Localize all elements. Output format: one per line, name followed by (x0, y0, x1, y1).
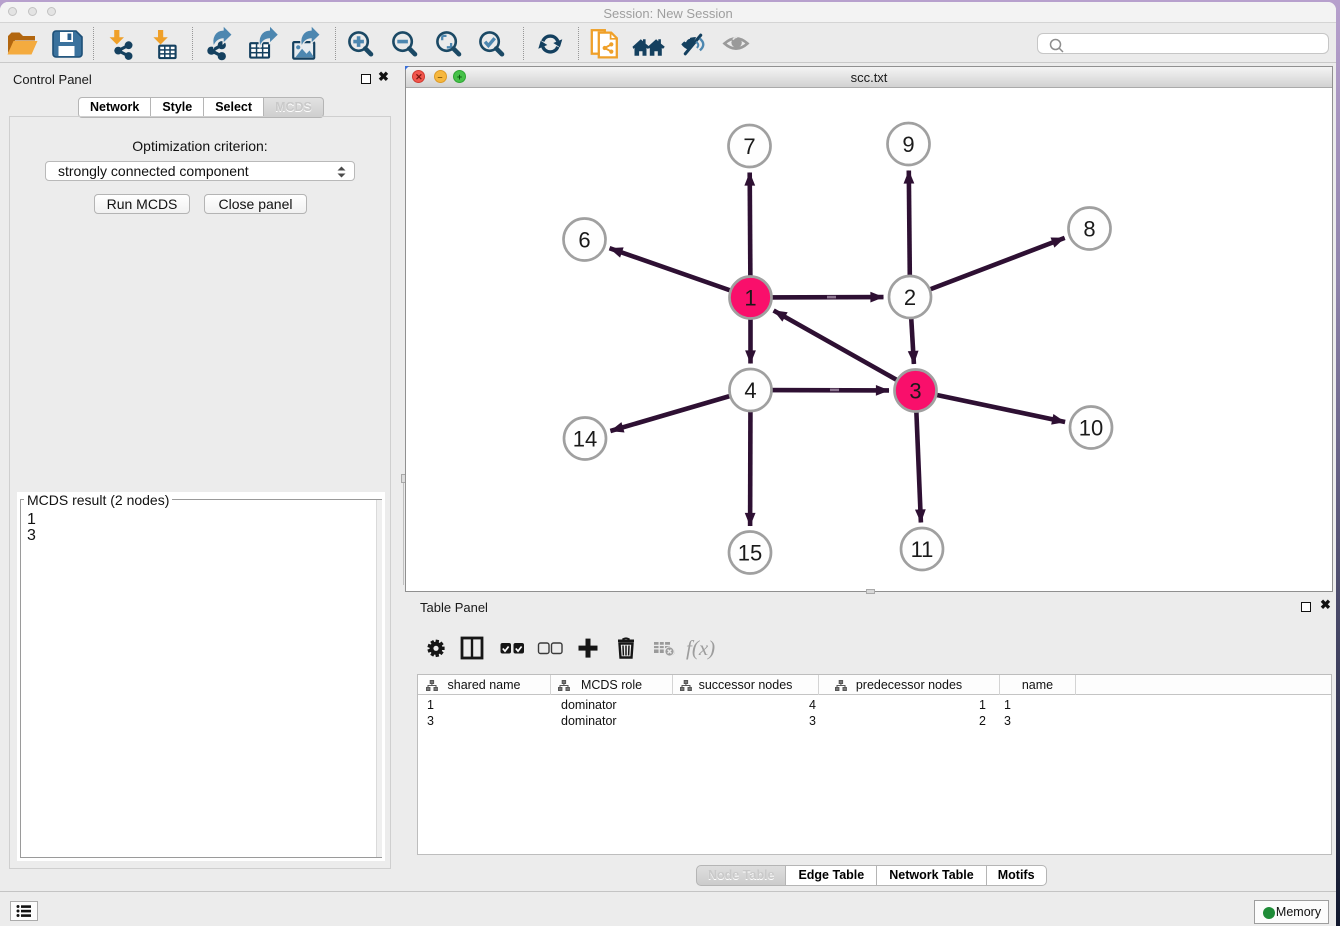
svg-text:f(x): f(x) (686, 636, 715, 660)
svg-text:8: 8 (1083, 216, 1095, 241)
svg-text:4: 4 (744, 378, 756, 403)
svg-text:1: 1 (744, 285, 756, 310)
svg-text:6: 6 (578, 227, 590, 252)
svg-text:2: 2 (904, 285, 916, 310)
svg-text:3: 3 (909, 378, 921, 403)
svg-text:14: 14 (573, 426, 597, 451)
svg-text:15: 15 (738, 540, 762, 565)
svg-text:9: 9 (902, 132, 914, 157)
svg-text:7: 7 (743, 134, 755, 159)
svg-text:10: 10 (1079, 415, 1103, 440)
svg-text:11: 11 (911, 537, 934, 562)
